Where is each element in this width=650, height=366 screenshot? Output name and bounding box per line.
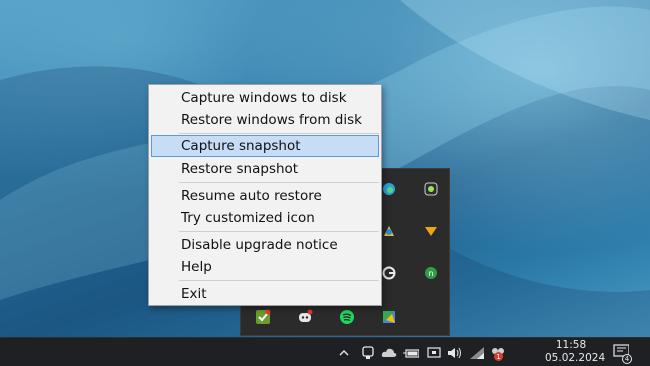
- menu-item-disable-upgrade-notice[interactable]: Disable upgrade notice: [151, 234, 379, 256]
- google-drive-icon[interactable]: [381, 309, 397, 325]
- spotify-icon[interactable]: [339, 309, 355, 325]
- action-center-count: 4: [622, 354, 632, 364]
- menu-separator: [179, 182, 379, 183]
- context-menu: Capture windows to disk Restore windows …: [148, 84, 382, 306]
- app-icon-blue[interactable]: [381, 223, 397, 239]
- menu-separator: [179, 133, 379, 134]
- taskbar-clock[interactable]: 11:58 05.02.2024: [545, 339, 606, 365]
- menu-item-restore-snapshot[interactable]: Restore snapshot: [151, 158, 379, 180]
- menu-item-capture-snapshot[interactable]: Capture snapshot: [151, 135, 379, 157]
- check-shield-icon[interactable]: [255, 309, 271, 325]
- chevron-up-icon[interactable]: [336, 345, 352, 361]
- battery-icon[interactable]: [403, 345, 419, 361]
- taskbar: 1 11:58 05.02.2024 4: [0, 337, 650, 366]
- menu-item-capture-windows-to-disk[interactable]: Capture windows to disk: [151, 87, 379, 109]
- camera-icon[interactable]: [360, 345, 376, 361]
- arrow-down-icon[interactable]: [423, 223, 439, 239]
- menu-item-restore-windows-from-disk[interactable]: Restore windows from disk: [151, 109, 379, 131]
- onedrive-icon[interactable]: [381, 345, 397, 361]
- menu-item-try-customized-icon[interactable]: Try customized icon: [151, 207, 379, 229]
- menu-item-help[interactable]: Help: [151, 256, 379, 278]
- clock-date: 05.02.2024: [545, 352, 606, 364]
- menu-item-exit[interactable]: Exit: [151, 283, 379, 305]
- menu-separator: [179, 280, 379, 281]
- green-app-icon[interactable]: n: [423, 265, 439, 281]
- display-icon[interactable]: [426, 345, 442, 361]
- edge-icon[interactable]: [381, 181, 397, 197]
- notification-count-badge: 1: [494, 352, 503, 361]
- wifi-icon[interactable]: [469, 345, 485, 361]
- google-icon[interactable]: [381, 265, 397, 281]
- clock-time: 11:58: [555, 339, 587, 351]
- menu-item-resume-auto-restore[interactable]: Resume auto restore: [151, 185, 379, 207]
- volume-icon[interactable]: [447, 345, 463, 361]
- svg-text:n: n: [428, 269, 433, 278]
- menu-separator: [179, 231, 379, 232]
- app-gear-icon[interactable]: [423, 181, 439, 197]
- discord-icon[interactable]: [297, 309, 313, 325]
